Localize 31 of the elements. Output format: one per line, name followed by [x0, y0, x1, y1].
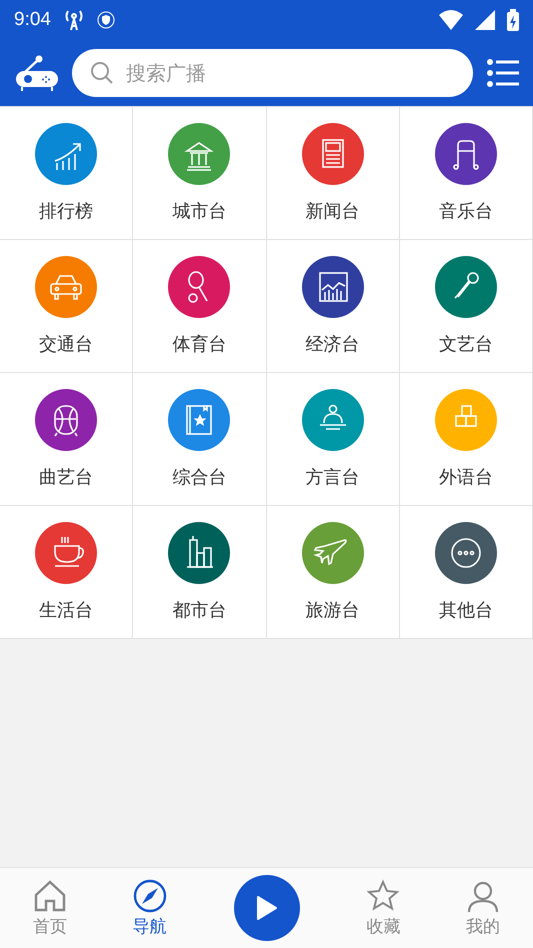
category-label[interactable]: 体育台: [172, 332, 226, 356]
home-icon: [32, 878, 67, 912]
category-label[interactable]: 交通台: [39, 332, 94, 356]
star-icon: [366, 878, 400, 912]
status-time: 9:04: [14, 9, 51, 31]
radio-icon[interactable]: [16, 55, 58, 91]
category-label[interactable]: 音乐台: [438, 199, 493, 223]
compass-icon: [132, 878, 167, 912]
signal-icon: [475, 10, 495, 30]
antenna-icon: [62, 8, 85, 32]
search-icon: [90, 61, 114, 85]
wifi-icon: [439, 10, 463, 30]
menu-icon[interactable]: [487, 59, 519, 87]
category-label[interactable]: 外语台: [438, 465, 493, 489]
category-label[interactable]: 经济台: [306, 332, 360, 356]
category-label[interactable]: 城市台: [172, 199, 226, 223]
battery-charging-icon: [507, 9, 519, 31]
category-label[interactable]: 新闻台: [306, 199, 360, 223]
shield-icon: [96, 11, 115, 29]
category-label[interactable]: 方言台: [306, 465, 360, 489]
category-label[interactable]: 旅游台: [306, 598, 360, 622]
category-label[interactable]: 都市台: [172, 598, 226, 622]
nav-tab[interactable]: 导航: [100, 878, 200, 938]
category-label[interactable]: 综合台: [172, 465, 226, 489]
category-label[interactable]: 文艺台: [438, 332, 493, 356]
category-label[interactable]: 生活台: [39, 598, 94, 622]
category-label[interactable]: 曲艺台: [39, 465, 94, 489]
category-label[interactable]: 其他台: [438, 598, 493, 622]
play-icon: [256, 895, 278, 921]
category-label[interactable]: 排行榜: [39, 199, 94, 223]
search-field[interactable]: 搜索广播: [72, 49, 473, 97]
